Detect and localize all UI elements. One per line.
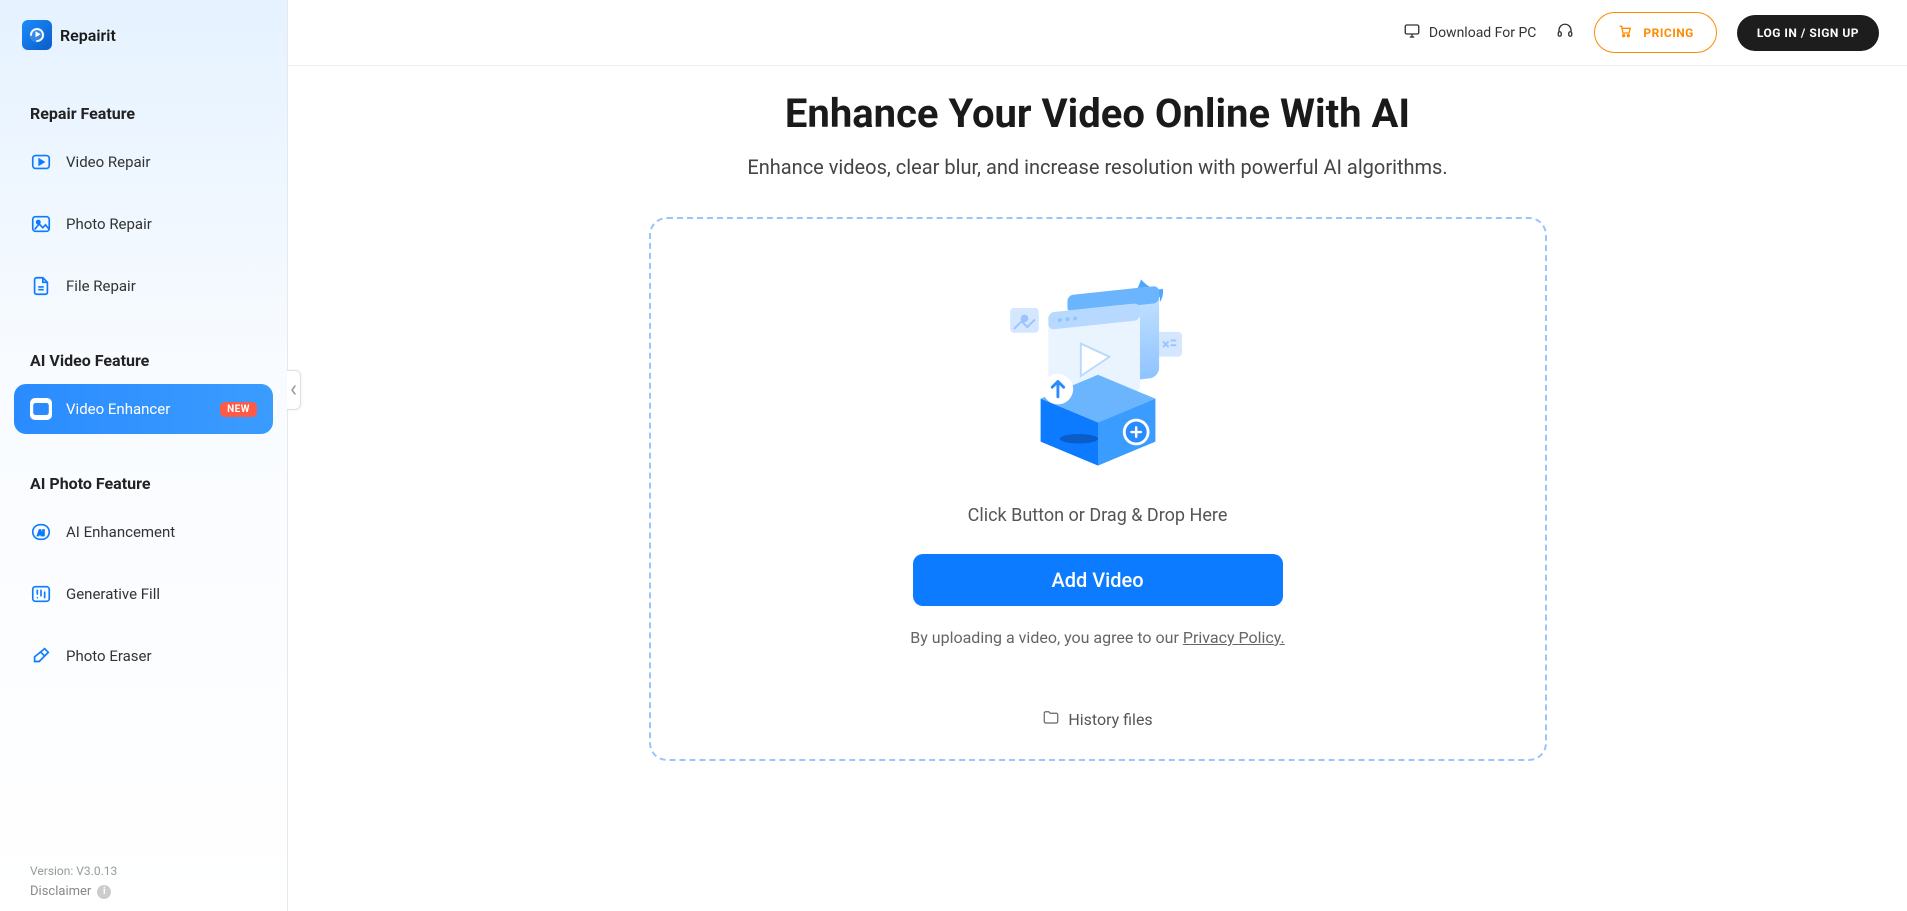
sidebar-section-title: Repair Feature	[30, 104, 273, 123]
sidebar-item-photo-eraser[interactable]: Photo Eraser	[14, 631, 273, 681]
brand-logo[interactable]: Repairit	[22, 20, 273, 50]
gen-fill-icon	[30, 583, 52, 605]
brand-name: Repairit	[60, 26, 116, 45]
sidebar-item-generative-fill[interactable]: Generative Fill	[14, 569, 273, 619]
agree-text: By uploading a video, you agree to our P…	[910, 628, 1284, 647]
sidebar-item-label: File Repair	[66, 277, 136, 295]
cart-icon	[1617, 23, 1633, 42]
monitor-icon	[1403, 22, 1421, 44]
content-area: Enhance Your Video Online With AI Enhanc…	[288, 66, 1907, 911]
dropzone-hint: Click Button or Drag & Drop Here	[968, 505, 1228, 526]
sidebar-item-video-enhancer[interactable]: AI Video Enhancer NEW	[14, 384, 273, 434]
version-text: Version: V3.0.13	[30, 864, 273, 878]
support-link[interactable]	[1556, 22, 1574, 44]
upload-dropzone[interactable]: AI	[649, 217, 1547, 761]
sidebar-item-label: AI Enhancement	[66, 523, 175, 541]
disclaimer-label: Disclaimer	[30, 884, 91, 899]
page-subtitle: Enhance videos, clear blur, and increase…	[747, 155, 1447, 179]
page-title: Enhance Your Video Online With AI	[785, 90, 1410, 137]
disclaimer-link[interactable]: Disclaimer i	[30, 884, 273, 899]
agree-prefix: By uploading a video, you agree to our	[910, 628, 1183, 647]
pricing-button[interactable]: PRICING	[1594, 12, 1716, 53]
ai-video-icon: AI	[30, 398, 52, 420]
sidebar-item-file-repair[interactable]: File Repair	[14, 261, 273, 311]
sidebar-footer: Version: V3.0.13 Disclaimer i	[14, 864, 273, 899]
folder-icon	[1042, 709, 1060, 729]
new-badge: NEW	[220, 402, 257, 417]
sidebar-item-label: Video Enhancer	[66, 400, 170, 418]
eraser-icon	[30, 645, 52, 667]
photo-icon	[30, 213, 52, 235]
login-signup-button[interactable]: LOG IN / SIGN UP	[1737, 15, 1879, 51]
sidebar: Repairit Repair Feature Video Repair Pho…	[0, 0, 288, 911]
add-video-button[interactable]: Add Video	[913, 554, 1283, 606]
brand-mark-icon	[22, 20, 52, 50]
pricing-label: PRICING	[1643, 26, 1693, 40]
add-video-label: Add Video	[1051, 568, 1143, 592]
upload-illustration-icon: AI	[993, 265, 1203, 475]
download-for-pc-link[interactable]: Download For PC	[1403, 22, 1537, 44]
main-area: Download For PC PRICING LOG IN / SIGN UP…	[288, 0, 1907, 911]
video-play-icon	[30, 151, 52, 173]
sidebar-item-photo-repair[interactable]: Photo Repair	[14, 199, 273, 249]
download-label: Download For PC	[1429, 25, 1537, 41]
file-icon	[30, 275, 52, 297]
ai-enhance-icon: AI	[30, 521, 52, 543]
sidebar-section-title: AI Photo Feature	[30, 474, 273, 493]
sidebar-collapse-toggle[interactable]	[287, 370, 301, 410]
sidebar-item-label: Video Repair	[66, 153, 150, 171]
sidebar-item-label: Generative Fill	[66, 585, 160, 603]
sidebar-item-label: Photo Eraser	[66, 647, 152, 665]
svg-text:AI: AI	[38, 406, 44, 414]
history-label: History files	[1068, 710, 1152, 729]
sidebar-item-video-repair[interactable]: Video Repair	[14, 137, 273, 187]
svg-text:AI: AI	[37, 529, 44, 538]
history-files-link[interactable]: History files	[1042, 709, 1152, 729]
login-label: LOG IN / SIGN UP	[1757, 26, 1859, 40]
sidebar-section-title: AI Video Feature	[30, 351, 273, 370]
headset-icon	[1556, 22, 1574, 44]
privacy-policy-link[interactable]: Privacy Policy.	[1183, 628, 1285, 647]
info-icon: i	[97, 885, 111, 899]
sidebar-item-label: Photo Repair	[66, 215, 152, 233]
sidebar-item-ai-enhancement[interactable]: AI AI Enhancement	[14, 507, 273, 557]
topbar: Download For PC PRICING LOG IN / SIGN UP	[288, 0, 1907, 66]
